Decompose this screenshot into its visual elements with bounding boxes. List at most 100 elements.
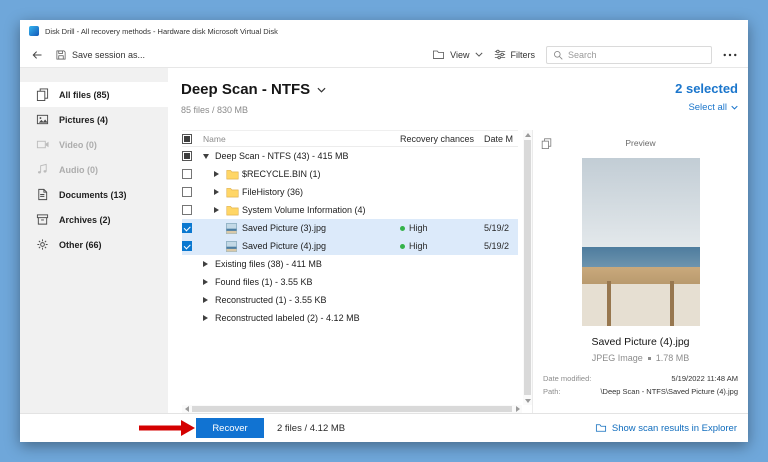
- scrollbar-thumb[interactable]: [192, 406, 512, 412]
- scan-title: Deep Scan - NTFS: [181, 81, 311, 98]
- table-row[interactable]: FileHistory (36): [182, 183, 518, 201]
- row-name: Saved Picture (3).jpg: [242, 223, 327, 233]
- horizontal-scrollbar[interactable]: [182, 405, 522, 413]
- row-checkbox[interactable]: [182, 151, 192, 161]
- archives-icon: [36, 213, 50, 226]
- vertical-scrollbar[interactable]: [523, 130, 532, 405]
- column-header-date[interactable]: Date M: [484, 134, 518, 144]
- select-all-dropdown[interactable]: Select all: [675, 102, 738, 113]
- folder-icon: [226, 187, 242, 198]
- sidebar-item-audio[interactable]: Audio (0): [20, 157, 168, 182]
- preview-file-meta: JPEG Image 1.78 MB: [533, 353, 748, 363]
- preview-panel: Preview Saved Picture (4).jpg JPEG Image: [532, 130, 748, 413]
- scan-title-dropdown[interactable]: Deep Scan - NTFS: [181, 81, 326, 98]
- table-row[interactable]: Deep Scan - NTFS (43) - 415 MB: [182, 147, 518, 165]
- table-row[interactable]: Saved Picture (4).jpg High 5/19/2: [182, 237, 518, 255]
- collapse-icon[interactable]: [203, 154, 215, 159]
- more-options-button[interactable]: [723, 53, 737, 57]
- scrollbar-thumb[interactable]: [524, 140, 531, 395]
- scan-header: Deep Scan - NTFS 85 files / 830 MB 2 sel…: [168, 68, 748, 130]
- all-files-icon: [36, 88, 50, 101]
- folder-icon: [226, 205, 242, 216]
- expand-icon[interactable]: [203, 297, 215, 303]
- preview-title: Preview: [625, 138, 656, 148]
- scroll-down-icon[interactable]: [525, 396, 531, 405]
- search-input[interactable]: [568, 49, 705, 60]
- expand-icon[interactable]: [214, 171, 226, 177]
- view-label: View: [450, 49, 470, 60]
- sidebar-item-label: Pictures (4): [59, 114, 109, 125]
- show-in-explorer-link[interactable]: Show scan results in Explorer: [595, 423, 737, 434]
- column-header-recovery[interactable]: Recovery chances: [400, 134, 484, 144]
- row-checkbox[interactable]: [182, 205, 192, 215]
- table-row[interactable]: System Volume Information (4): [182, 201, 518, 219]
- app-icon: [29, 26, 39, 36]
- sidebar-item-documents[interactable]: Documents (13): [20, 182, 168, 207]
- recovery-chance-dot: [400, 225, 405, 231]
- column-header-name[interactable]: Name: [203, 134, 400, 144]
- chevron-down-icon: [317, 87, 326, 93]
- toolbar: Save session as... View Filters: [20, 42, 748, 68]
- row-checkbox[interactable]: [182, 187, 192, 197]
- table-row[interactable]: $RECYCLE.BIN (1): [182, 165, 518, 183]
- preview-filesize: 1.78 MB: [655, 353, 690, 363]
- sidebar-item-other[interactable]: Other (66): [20, 232, 168, 257]
- select-all-label: Select all: [688, 102, 727, 113]
- preview-image: [581, 158, 700, 326]
- sidebar-item-label: Other (66): [59, 239, 102, 250]
- expand-icon[interactable]: [214, 207, 226, 213]
- table-row[interactable]: Reconstructed (1) - 3.55 KB: [182, 291, 518, 309]
- row-date: 5/19/2: [484, 241, 510, 251]
- sidebar-item-label: Documents (13): [59, 189, 127, 200]
- path-value: \Deep Scan - NTFS\Saved Picture (4).jpg: [600, 387, 738, 396]
- back-button[interactable]: [31, 49, 43, 61]
- sidebar-item-pictures[interactable]: Pictures (4): [20, 107, 168, 132]
- row-checkbox[interactable]: [182, 241, 192, 251]
- table-header-row: Name Recovery chances Date M: [182, 130, 518, 147]
- scan-subtitle: 85 files / 830 MB: [181, 105, 249, 115]
- explorer-icon: [595, 424, 606, 432]
- chevron-down-icon: [731, 105, 738, 110]
- sidebar-item-archives[interactable]: Archives (2): [20, 207, 168, 232]
- expand-icon[interactable]: [214, 189, 226, 195]
- row-name: Reconstructed labeled (2) - 4.12 MB: [215, 313, 360, 323]
- view-button[interactable]: View: [432, 49, 483, 60]
- copy-button[interactable]: [541, 137, 552, 149]
- selected-count: 2 selected: [675, 81, 738, 96]
- other-icon: [36, 238, 50, 251]
- sidebar-item-all-files[interactable]: All files (85): [20, 82, 168, 107]
- audio-icon: [36, 163, 50, 176]
- expand-icon[interactable]: [203, 279, 215, 285]
- scroll-up-icon[interactable]: [525, 130, 531, 139]
- date-modified-value: 5/19/2022 11:48 AM: [671, 374, 738, 383]
- save-session-button[interactable]: Save session as...: [55, 49, 145, 61]
- row-checkbox[interactable]: [182, 223, 192, 233]
- row-name: FileHistory (36): [242, 187, 304, 197]
- table-row[interactable]: Saved Picture (3).jpg High 5/19/2: [182, 219, 518, 237]
- save-icon: [56, 50, 66, 59]
- scroll-left-icon[interactable]: [182, 406, 191, 412]
- table-row[interactable]: Found files (1) - 3.55 KB: [182, 273, 518, 291]
- row-name: Found files (1) - 3.55 KB: [215, 277, 313, 287]
- recover-button[interactable]: Recover: [196, 418, 264, 438]
- titlebar[interactable]: Disk Drill - All recovery methods - Hard…: [20, 20, 748, 42]
- filters-label: Filters: [510, 49, 536, 60]
- table-row[interactable]: Existing files (38) - 411 MB: [182, 255, 518, 273]
- expand-icon[interactable]: [203, 315, 215, 321]
- search-box[interactable]: [546, 45, 712, 64]
- expand-icon[interactable]: [203, 261, 215, 267]
- row-checkbox[interactable]: [182, 169, 192, 179]
- row-name: Saved Picture (4).jpg: [242, 241, 327, 251]
- sidebar-item-label: Archives (2): [59, 214, 111, 225]
- scroll-right-icon[interactable]: [513, 406, 522, 412]
- documents-icon: [36, 188, 50, 201]
- filters-button[interactable]: Filters: [494, 49, 536, 60]
- select-all-checkbox[interactable]: [182, 133, 192, 144]
- preview-filetype: JPEG Image: [591, 353, 643, 363]
- table-row[interactable]: Reconstructed labeled (2) - 4.12 MB: [182, 309, 518, 327]
- row-name: Reconstructed (1) - 3.55 KB: [215, 295, 327, 305]
- row-date: 5/19/2: [484, 223, 510, 233]
- sidebar-item-video[interactable]: Video (0): [20, 132, 168, 157]
- copy-icon: [541, 137, 552, 149]
- row-name: System Volume Information (4): [242, 205, 366, 215]
